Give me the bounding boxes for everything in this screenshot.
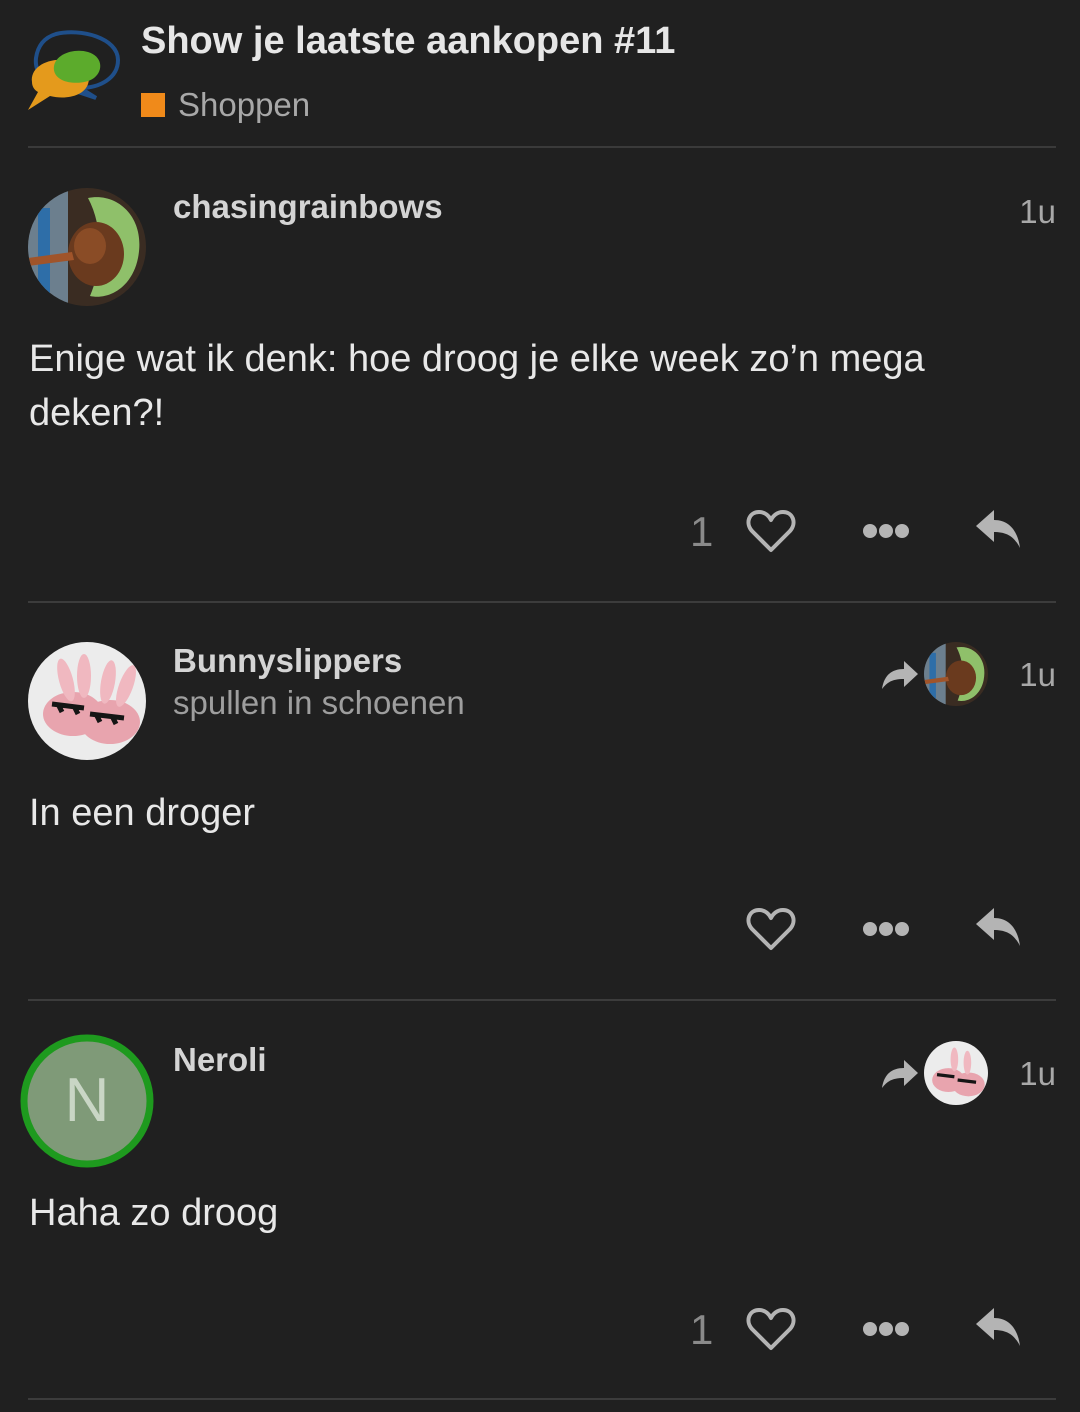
user-title: spullen in schoenen <box>173 684 465 721</box>
post-actions <box>0 900 1080 960</box>
username[interactable]: Bunnyslippers <box>173 642 402 680</box>
reply-icon[interactable] <box>974 508 1024 552</box>
heart-icon[interactable] <box>746 1306 796 1352</box>
post-body: Enige wat ik denk: hoe droog je elke wee… <box>29 338 925 434</box>
post-time[interactable]: 1u <box>1019 656 1056 694</box>
category-name: Shoppen <box>178 86 311 123</box>
category-badge[interactable]: Shoppen <box>141 86 310 124</box>
user-avatar[interactable]: N <box>20 1034 154 1168</box>
reply-to-indicator[interactable] <box>880 642 988 706</box>
post-divider <box>28 601 1056 603</box>
user-avatar[interactable] <box>28 188 146 306</box>
forum-logo-icon[interactable] <box>26 30 124 116</box>
like-count[interactable]: 1 <box>690 1306 713 1354</box>
ellipsis-icon[interactable] <box>862 1320 910 1338</box>
post-actions: 1 <box>0 502 1080 562</box>
post-actions: 1 <box>0 1300 1080 1360</box>
post-divider <box>28 1398 1056 1400</box>
reply-to-avatar <box>924 1041 988 1105</box>
user-avatar[interactable] <box>28 642 146 760</box>
heart-icon[interactable] <box>746 906 796 952</box>
share-arrow-icon <box>882 1060 918 1088</box>
reply-to-indicator[interactable] <box>880 1041 988 1105</box>
share-arrow-icon <box>882 661 918 689</box>
topic-header: Show je laatste aankopen #11 Shoppen <box>0 0 1080 147</box>
heart-icon[interactable] <box>746 508 796 554</box>
post-divider <box>28 999 1056 1001</box>
like-count[interactable]: 1 <box>690 508 713 556</box>
reply-to-avatar <box>924 642 988 706</box>
topic-title[interactable]: Show je laatste aankopen #11 <box>141 20 675 63</box>
post-time[interactable]: 1u <box>1019 193 1056 231</box>
post-body: In een droger <box>29 792 256 834</box>
username[interactable]: Neroli <box>173 1041 267 1079</box>
reply-icon[interactable] <box>974 906 1024 950</box>
header-divider <box>28 146 1056 148</box>
post-body: Haha zo droog <box>29 1192 279 1234</box>
ellipsis-icon[interactable] <box>862 920 910 938</box>
category-color-square <box>141 93 165 117</box>
avatar-letter: N <box>64 1066 110 1135</box>
reply-icon[interactable] <box>974 1306 1024 1350</box>
username[interactable]: chasingrainbows <box>173 188 443 226</box>
ellipsis-icon[interactable] <box>862 522 910 540</box>
post-time[interactable]: 1u <box>1019 1055 1056 1093</box>
